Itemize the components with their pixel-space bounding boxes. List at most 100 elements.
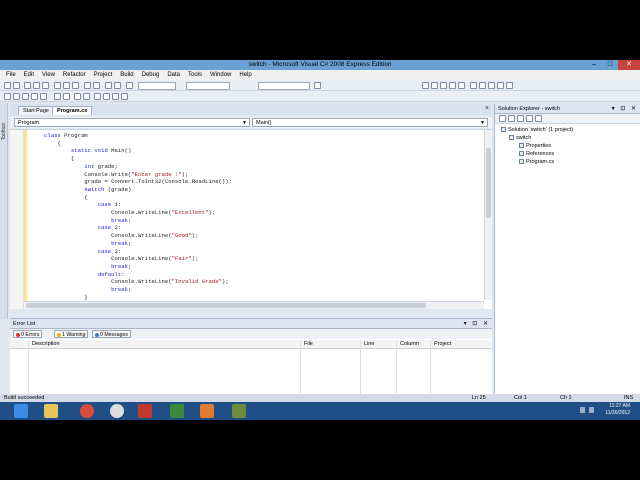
panel-buttons[interactable]: ▾ ⊡ ✕ <box>612 104 638 114</box>
complete-word-icon[interactable] <box>31 93 38 100</box>
clear-bookmarks-icon[interactable] <box>121 93 128 100</box>
messages-filter[interactable]: 0 Messages <box>92 330 131 338</box>
column-project[interactable]: Project <box>434 341 451 347</box>
close-tab-icon[interactable]: × <box>485 105 489 112</box>
save-icon[interactable] <box>33 82 40 89</box>
taskbar-clock[interactable]: 11:27 AM 11/30/2012 <box>605 403 630 417</box>
next-bookmark-icon[interactable] <box>112 93 119 100</box>
navigate-back-icon[interactable] <box>105 82 112 89</box>
menu-data[interactable]: Data <box>167 72 180 78</box>
error-list-icon[interactable] <box>470 82 477 89</box>
tab-program-cs[interactable]: Program.cs <box>52 106 93 115</box>
properties-icon[interactable] <box>499 115 506 122</box>
menu-help[interactable]: Help <box>239 72 251 78</box>
errors-filter[interactable]: 0 Errors <box>13 330 43 338</box>
redo-icon[interactable] <box>93 82 100 89</box>
volume-icon[interactable] <box>589 407 594 413</box>
vertical-scrollbar[interactable] <box>484 130 492 300</box>
column-column[interactable]: Column <box>400 341 419 347</box>
class-dropdown[interactable]: Program ▼ <box>14 118 250 127</box>
database-explorer-icon[interactable] <box>488 82 495 89</box>
code-editor[interactable]: class Program { static void Main() { int… <box>10 129 492 309</box>
tree-solution[interactable]: Solution 'switch' (1 project) <box>501 127 573 133</box>
properties-icon[interactable] <box>431 82 438 89</box>
code-definition-icon[interactable] <box>506 82 513 89</box>
paste-icon[interactable] <box>72 82 79 89</box>
navigate-forward-icon[interactable] <box>114 82 121 89</box>
menu-window[interactable]: Window <box>210 72 231 78</box>
powerpoint-icon[interactable] <box>138 404 152 418</box>
tree-properties[interactable]: Properties <box>519 143 551 149</box>
comment-icon[interactable] <box>74 93 81 100</box>
find-in-files-icon[interactable] <box>314 82 321 89</box>
object-browser-icon[interactable] <box>440 82 447 89</box>
open-file-icon[interactable] <box>24 82 31 89</box>
file-explorer-icon[interactable] <box>44 404 58 418</box>
panel-buttons[interactable]: ▾ ⊡ ✕ <box>464 319 490 329</box>
show-all-files-icon[interactable] <box>508 115 515 122</box>
refresh-icon[interactable] <box>517 115 524 122</box>
chrome-icon[interactable] <box>80 404 94 418</box>
platform-combo[interactable] <box>186 82 230 90</box>
copy-icon[interactable] <box>63 82 70 89</box>
menu-refactor[interactable]: Refactor <box>63 72 86 78</box>
minimize-button[interactable]: – <box>586 60 602 70</box>
menu-build[interactable]: Build <box>120 72 133 78</box>
toolbox-icon[interactable] <box>449 82 456 89</box>
close-button[interactable]: ✕ <box>618 60 640 70</box>
column-file[interactable]: File <box>304 341 313 347</box>
column-line[interactable]: Line <box>364 341 374 347</box>
tree-program-cs[interactable]: Program.cs <box>519 159 554 165</box>
menu-file[interactable]: File <box>6 72 16 78</box>
recorder-icon[interactable] <box>200 404 214 418</box>
save-all-icon[interactable] <box>42 82 49 89</box>
parameter-info-icon[interactable] <box>13 93 20 100</box>
status-char: Ch 1 <box>560 395 572 401</box>
new-project-icon[interactable] <box>4 82 11 89</box>
menu-debug[interactable]: Debug <box>142 72 160 78</box>
view-designer-icon[interactable] <box>535 115 542 122</box>
column-divider <box>28 340 29 395</box>
tree-references[interactable]: References <box>519 151 554 157</box>
menu-view[interactable]: View <box>42 72 55 78</box>
menu-project[interactable]: Project <box>94 72 113 78</box>
display-word-icon[interactable] <box>40 93 47 100</box>
vertical-scroll-thumb[interactable] <box>486 148 491 218</box>
previous-bookmark-icon[interactable] <box>103 93 110 100</box>
media-icon[interactable] <box>110 404 124 418</box>
window-title: switch - Microsoft Visual C# 2008 Expres… <box>248 61 392 68</box>
horizontal-scroll-thumb[interactable] <box>26 303 426 308</box>
undo-icon[interactable] <box>84 82 91 89</box>
internet-explorer-icon[interactable] <box>14 404 28 418</box>
decrease-indent-icon[interactable] <box>54 93 61 100</box>
increase-indent-icon[interactable] <box>63 93 70 100</box>
solution-explorer-title: Solution Explorer - switch <box>498 106 561 112</box>
tab-start-page[interactable]: Start Page <box>18 106 54 115</box>
bookmark-icon[interactable] <box>94 93 101 100</box>
visual-csharp-icon[interactable] <box>170 404 184 418</box>
member-list-icon[interactable] <box>4 93 11 100</box>
warnings-filter[interactable]: 1 Warning <box>54 330 89 338</box>
add-item-icon[interactable] <box>13 82 20 89</box>
start-page-icon[interactable] <box>458 82 465 89</box>
column-description[interactable]: Description <box>32 341 60 347</box>
menu-tools[interactable]: Tools <box>188 72 202 78</box>
horizontal-scrollbar[interactable] <box>24 301 484 309</box>
find-combo[interactable] <box>258 82 310 90</box>
view-code-icon[interactable] <box>526 115 533 122</box>
uncomment-icon[interactable] <box>83 93 90 100</box>
tree-project[interactable]: switch <box>509 135 531 141</box>
quick-info-icon[interactable] <box>22 93 29 100</box>
cut-icon[interactable] <box>54 82 61 89</box>
configuration-combo[interactable] <box>138 82 176 90</box>
app-icon[interactable] <box>232 404 246 418</box>
solution-explorer-icon[interactable] <box>422 82 429 89</box>
maximize-button[interactable]: □ <box>602 60 618 70</box>
network-icon[interactable] <box>580 407 585 413</box>
menu-edit[interactable]: Edit <box>24 72 34 78</box>
start-debugging-icon[interactable] <box>126 82 133 89</box>
toolbox-strip[interactable]: Toolbox <box>0 103 8 319</box>
member-dropdown[interactable]: Main() ▼ <box>252 118 488 127</box>
output-icon[interactable] <box>479 82 486 89</box>
class-view-icon[interactable] <box>497 82 504 89</box>
